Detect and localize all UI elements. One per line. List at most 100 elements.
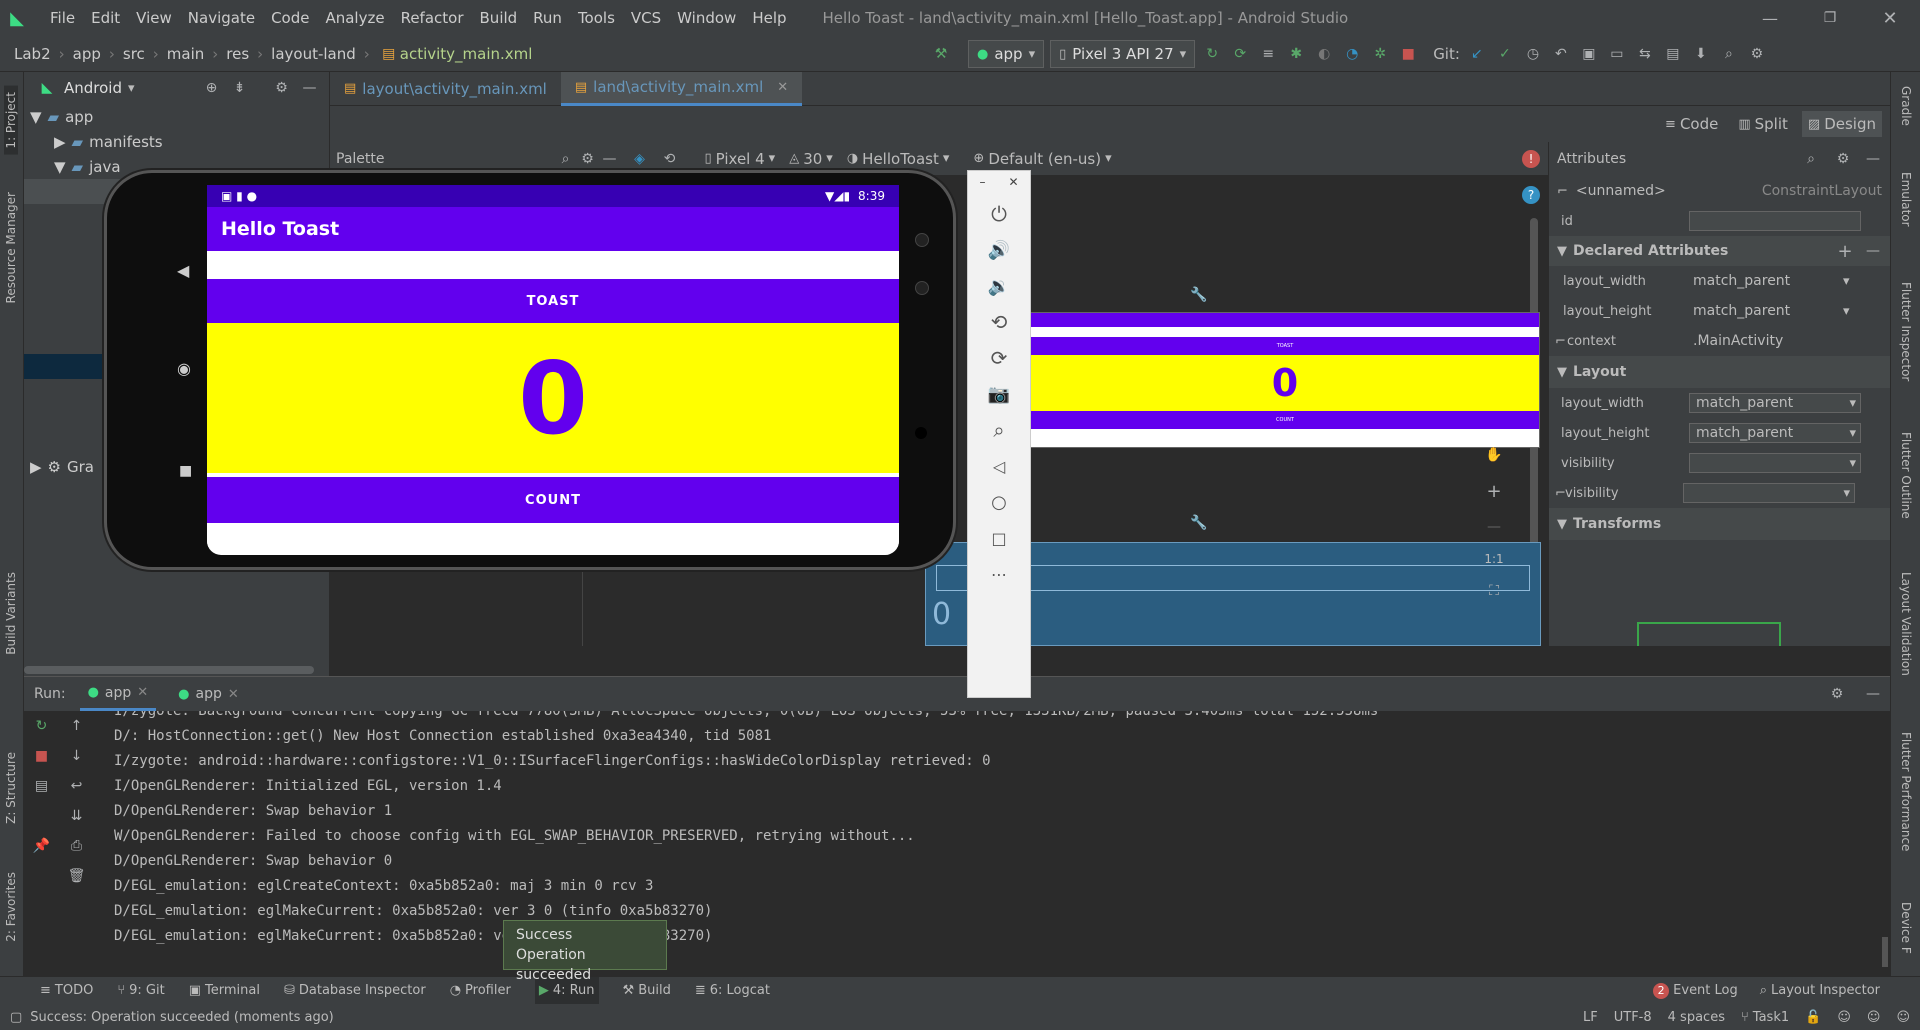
encoding[interactable]: UTF-8 [1614, 1010, 1652, 1025]
git-tab[interactable]: ⑂ 9: Git [117, 983, 164, 998]
crumb-layout-land[interactable]: layout-land [271, 45, 356, 63]
crumb-app[interactable]: app [73, 45, 101, 63]
menu-tools[interactable]: Tools [570, 9, 623, 27]
api-level-select[interactable]: ◬ 30 ▾ [789, 150, 833, 168]
structure-tab[interactable]: Z: Structure [4, 752, 18, 824]
layout-width-select[interactable]: match_parent ▾ [1689, 393, 1861, 413]
sync-gradle-icon[interactable]: ⇆ [1634, 43, 1656, 65]
hide-icon[interactable]: — [299, 77, 321, 99]
help-icon[interactable]: ? [1522, 186, 1540, 204]
hide-icon[interactable]: — [1862, 683, 1884, 705]
menu-file[interactable]: File [42, 9, 83, 27]
layout-section-header[interactable]: ▼ Layout [1549, 356, 1890, 388]
git-update-icon[interactable]: ↙ [1466, 43, 1488, 65]
device-select[interactable]: ▯ Pixel 3 API 27 ▾ [1050, 40, 1196, 68]
menu-edit[interactable]: Edit [83, 9, 128, 27]
crumb-file[interactable]: activity_main.xml [400, 45, 533, 63]
flutter-performance-tab[interactable]: Flutter Performance [1899, 732, 1913, 851]
run-config-select[interactable]: ● app ▾ [968, 40, 1045, 68]
avd-manager-icon[interactable]: ▭ [1606, 43, 1628, 65]
crumb-res[interactable]: res [226, 45, 249, 63]
horizontal-scrollbar[interactable] [24, 666, 314, 674]
profile-icon[interactable]: ◔ [1341, 43, 1363, 65]
menu-run[interactable]: Run [525, 9, 570, 27]
close-tab-icon[interactable]: ✕ [777, 80, 788, 95]
face-icon[interactable]: ☺ [1896, 1010, 1910, 1025]
mode-code-button[interactable]: ≡ Code [1659, 115, 1724, 133]
back-icon[interactable]: ◁ [988, 455, 1010, 477]
event-log-tab[interactable]: 2 Event Log [1653, 982, 1738, 999]
run-tab-app-1[interactable]: ● app ✕ [79, 677, 157, 711]
layers-icon[interactable]: ◈ [629, 148, 651, 170]
sdk-manager-icon[interactable]: ⬇ [1690, 43, 1712, 65]
id-field[interactable] [1689, 211, 1861, 231]
zoom-fit-icon[interactable]: ⛶ [1483, 580, 1505, 602]
layout-inspector-tab[interactable]: ⌕ Layout Inspector [1760, 983, 1880, 998]
clear-icon[interactable]: 🗑 [66, 865, 88, 887]
screenshot-icon[interactable]: 📷 [988, 383, 1010, 405]
back-nav-icon[interactable]: ◀ [177, 261, 189, 280]
crumb-src[interactable]: src [123, 45, 145, 63]
coverage-icon[interactable]: ✲ [1369, 43, 1391, 65]
close-icon[interactable]: ✕ [1008, 175, 1018, 189]
debug-icon[interactable]: ✱ [1285, 43, 1307, 65]
add-icon[interactable]: + [1834, 240, 1856, 262]
run-tab-app-2[interactable]: ● app ✕ [170, 686, 247, 702]
layout-height-select[interactable]: match_parent ▾ [1689, 423, 1861, 443]
tab-layout-activity-main[interactable]: ▤ layout\activity_main.xml [330, 72, 561, 106]
hide-icon[interactable]: — [1862, 148, 1884, 170]
home-icon[interactable]: ○ [988, 491, 1010, 513]
home-nav-icon[interactable]: ◉ [177, 359, 191, 378]
face-icon[interactable]: ☺ [1837, 1010, 1851, 1025]
crumb-main[interactable]: main [167, 45, 204, 63]
error-icon[interactable]: ! [1522, 149, 1540, 168]
rotate-right-icon[interactable]: ⟳ [988, 346, 1010, 370]
hide-icon[interactable]: — [599, 148, 621, 170]
success-popup[interactable]: Success Operation succeeded [503, 920, 667, 983]
volume-up-icon[interactable]: 🔊 [988, 239, 1010, 261]
settings-icon[interactable]: ⚙ [1746, 43, 1768, 65]
pin-icon[interactable]: 📌 [31, 835, 53, 857]
more-icon[interactable]: ⋯ [988, 563, 1010, 585]
locate-icon[interactable]: ⊕ [201, 77, 223, 99]
visibility-select[interactable]: ▾ [1689, 453, 1861, 473]
make-project-icon[interactable]: ⚒ [930, 43, 952, 65]
declared-value-field[interactable]: match_parent [1693, 273, 1843, 289]
search-icon[interactable]: ⌕ [555, 148, 577, 170]
declared-attributes-header[interactable]: ▼ Declared Attributes + — [1549, 236, 1890, 266]
down-icon[interactable]: ↓ [66, 745, 88, 767]
stop-icon[interactable]: ■ [31, 745, 53, 767]
transforms-section-header[interactable]: ▼ Transforms [1549, 508, 1890, 540]
menu-refactor[interactable]: Refactor [393, 9, 472, 27]
emulator-screen[interactable]: ▣ ▮ ● ▼◢▮ 8:39 Hello Toast TOAST 0 COUNT [207, 185, 899, 555]
run-list-icon[interactable]: ≡ [1257, 43, 1279, 65]
close-window-icon[interactable]: ✕ [1860, 7, 1920, 29]
tree-item-app[interactable]: ▼ ▰ app [24, 104, 329, 129]
attach-debugger-icon[interactable]: ◐ [1313, 43, 1335, 65]
profiler-tab[interactable]: ◔ Profiler [450, 983, 511, 998]
log-scrollbar[interactable] [1882, 937, 1888, 967]
status-message[interactable]: Success: Operation succeeded (moments ag… [30, 1010, 333, 1025]
wrench-icon[interactable]: 🔧 [1188, 512, 1210, 534]
menu-help[interactable]: Help [744, 9, 794, 27]
locale-select[interactable]: ⊕ Default (en-us) ▾ [973, 150, 1111, 168]
collapse-all-icon[interactable]: ⇟ [229, 77, 251, 99]
mode-design-button[interactable]: ▨ Design [1801, 111, 1882, 137]
menu-analyze[interactable]: Analyze [317, 9, 392, 27]
remove-icon[interactable]: — [1862, 240, 1884, 262]
apply-changes-restart-icon[interactable]: ↻ [1201, 43, 1223, 65]
resource-manager-tab[interactable]: Resource Manager [4, 192, 18, 303]
project-structure-icon[interactable]: ▣ [1578, 43, 1600, 65]
menu-code[interactable]: Code [263, 9, 317, 27]
orientation-icon[interactable]: ⟲ [659, 148, 681, 170]
favorites-tab[interactable]: 2: Favorites [4, 872, 18, 942]
wrench-icon[interactable]: 🔧 [1188, 284, 1210, 306]
recents-nav-icon[interactable]: ■ [179, 463, 192, 479]
menu-vcs[interactable]: VCS [623, 9, 669, 27]
line-separator[interactable]: LF [1583, 1010, 1598, 1025]
minimize-icon[interactable]: — [1740, 7, 1800, 29]
zoom-in-icon[interactable]: + [1483, 480, 1505, 502]
gear-icon[interactable]: ⚙ [577, 148, 599, 170]
logcat-tab[interactable]: ≣ 6: Logcat [695, 983, 770, 998]
print-icon[interactable]: ⎙ [66, 835, 88, 857]
